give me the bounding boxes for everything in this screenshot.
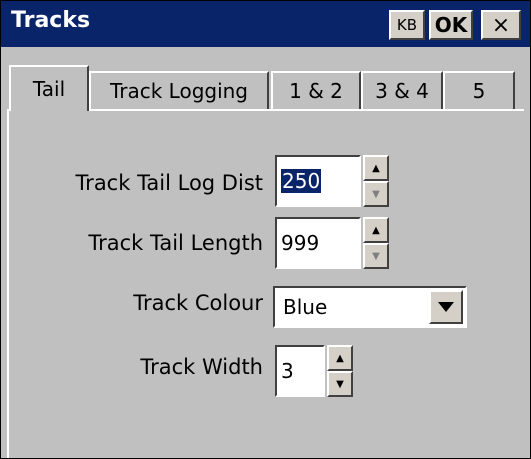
title-bar: Tracks KB OK × [1, 1, 530, 47]
chevron-down-icon[interactable] [429, 290, 463, 324]
track-width-spinner[interactable]: ▲ ▼ [327, 345, 353, 397]
track-width-label: Track Width [140, 355, 263, 379]
track-colour-label: Track Colour [133, 291, 263, 315]
window-title: Tracks [11, 8, 91, 33]
tab-1-and-2[interactable]: 1 & 2 [271, 71, 361, 109]
spin-up-icon[interactable]: ▲ [327, 345, 353, 371]
spin-up-icon[interactable]: ▲ [363, 155, 389, 181]
tail-log-dist-spinner[interactable]: ▲ ▼ [363, 155, 389, 207]
track-colour-value: Blue [283, 295, 328, 319]
track-width-field[interactable]: 3 [275, 345, 325, 397]
tail-log-dist-label: Track Tail Log Dist [75, 171, 263, 195]
track-width-value: 3 [281, 359, 294, 383]
tail-length-value: 999 [281, 231, 320, 255]
ok-button[interactable]: OK [429, 10, 473, 40]
spin-down-icon[interactable]: ▼ [327, 371, 353, 397]
spin-down-icon[interactable]: ▼ [363, 181, 389, 207]
tab-tail[interactable]: Tail [9, 65, 89, 111]
tail-log-dist-value: 250 [281, 169, 322, 193]
track-colour-select[interactable]: Blue [273, 286, 467, 328]
tail-panel [7, 109, 524, 458]
tab-3-and-4[interactable]: 3 & 4 [361, 71, 443, 109]
tail-length-label: Track Tail Length [88, 231, 263, 255]
keyboard-button[interactable]: KB [389, 10, 425, 40]
spin-up-icon[interactable]: ▲ [363, 217, 389, 243]
tracks-dialog: Tracks KB OK × Tail Track Logging 1 & 2 … [0, 0, 531, 459]
tail-log-dist-field[interactable]: 250 [275, 155, 361, 207]
close-button[interactable]: × [481, 10, 521, 40]
tail-length-spinner[interactable]: ▲ ▼ [363, 217, 389, 269]
tab-5[interactable]: 5 [443, 71, 515, 109]
tab-track-logging[interactable]: Track Logging [89, 71, 269, 109]
tab-strip: Tail Track Logging 1 & 2 3 & 4 5 [1, 47, 530, 115]
spin-down-icon[interactable]: ▼ [363, 243, 389, 269]
tail-length-field[interactable]: 999 [275, 217, 361, 269]
